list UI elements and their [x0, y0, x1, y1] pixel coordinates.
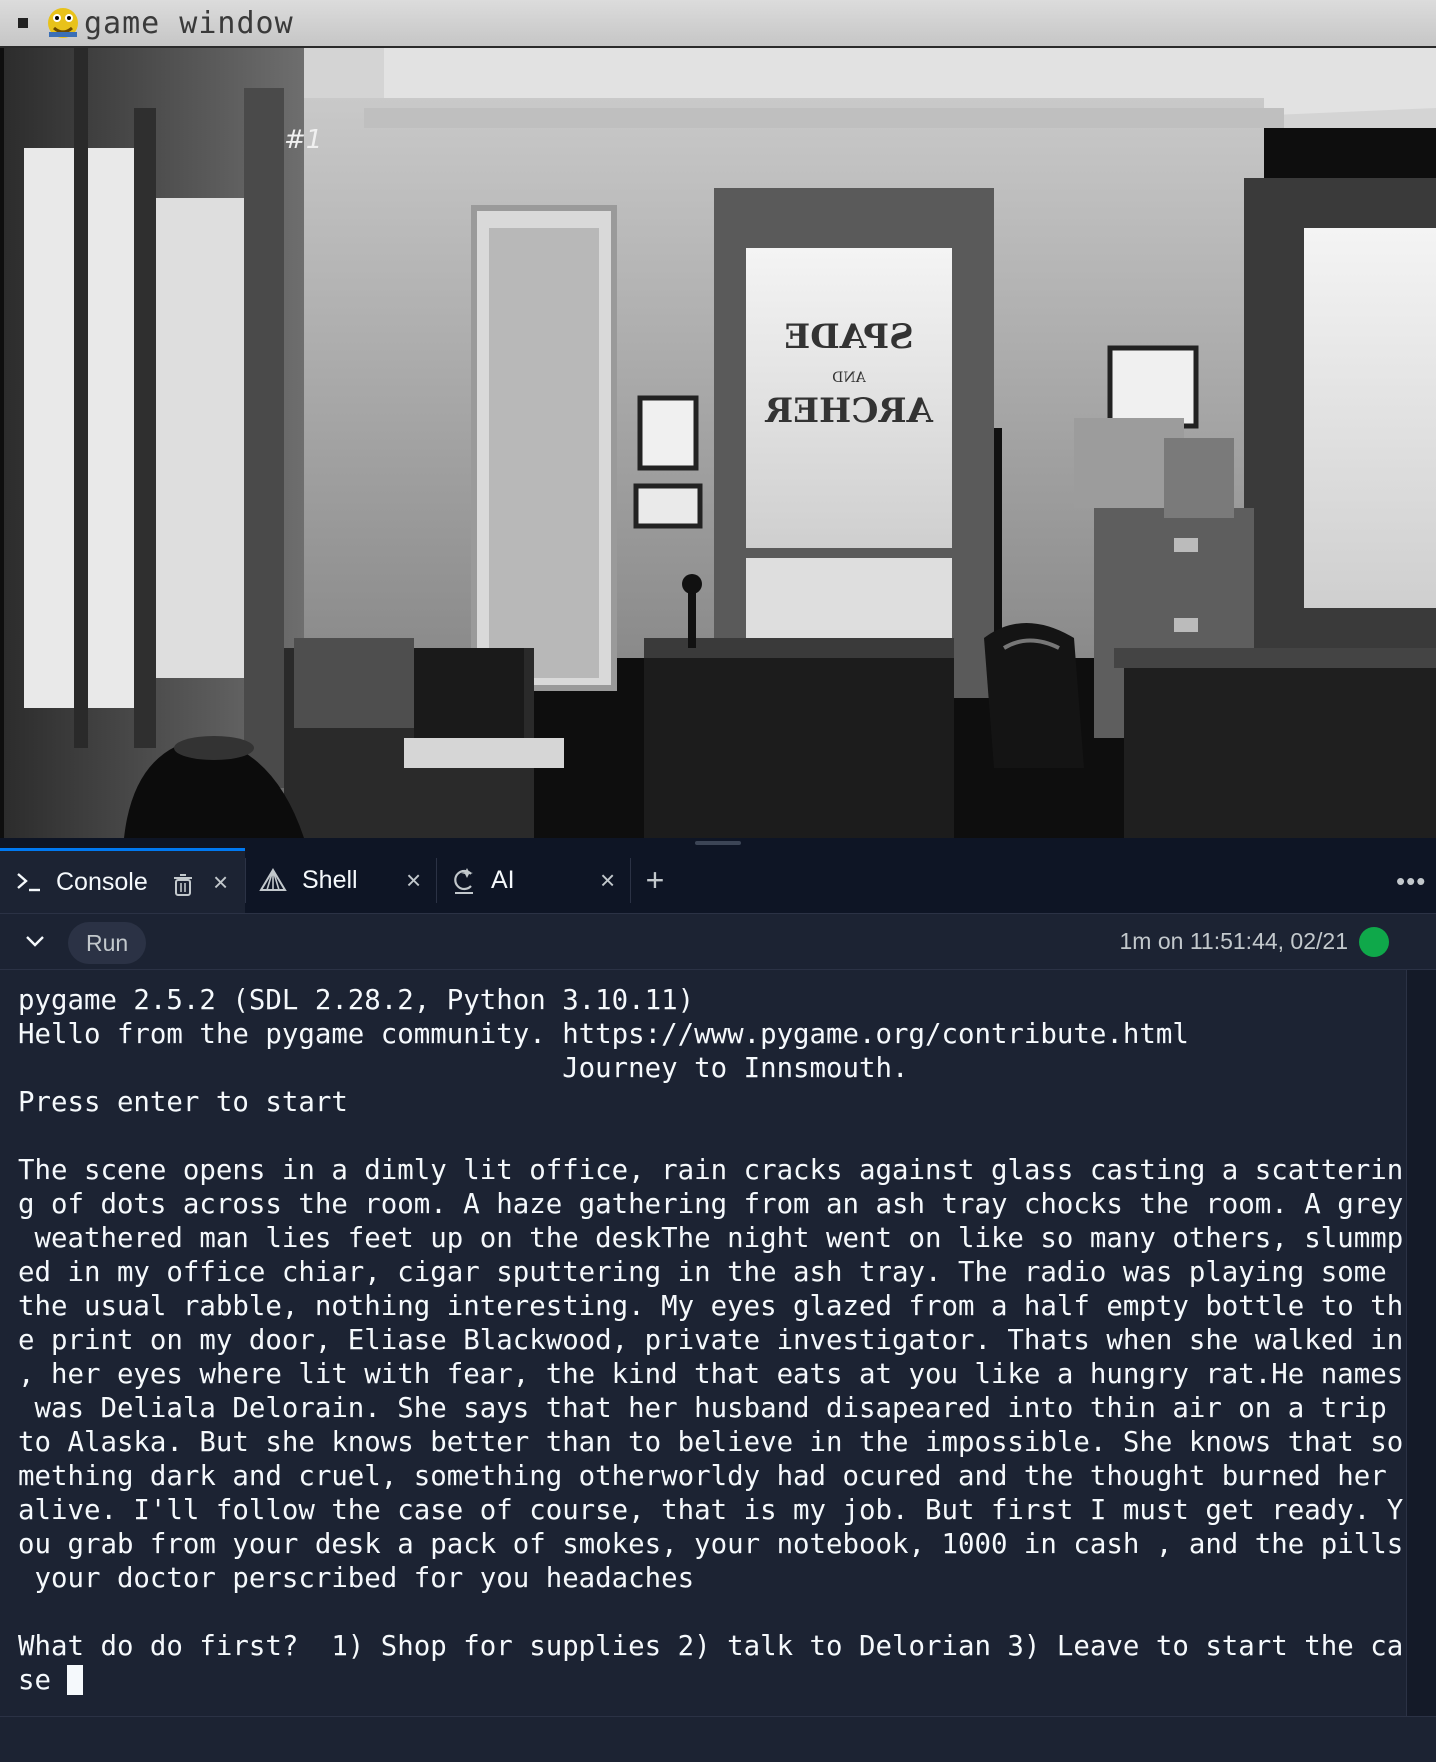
status-indicator-dot [1359, 927, 1389, 957]
tab-console[interactable]: Console × [0, 848, 245, 913]
console-line: ou grab from your desk a pack of smokes,… [18, 1529, 1404, 1560]
console-line: the usual rabble, nothing interesting. M… [18, 1291, 1404, 1322]
game-window-title: game window [84, 5, 294, 41]
console-run-bar: Run 1m on 11:51:44, 02/21 [0, 914, 1436, 970]
pygame-snake-icon [48, 8, 78, 38]
game-window-titlebar[interactable]: game window [0, 0, 1436, 48]
console-line: to Alaska. But she knows better than to … [18, 1427, 1404, 1458]
console-line: was Deliala Delorain. She says that her … [18, 1393, 1387, 1424]
tab-ai-label: AI [491, 866, 515, 894]
console-line: e print on my door, Eliase Blackwood, pr… [18, 1325, 1404, 1356]
splitter-handle[interactable] [695, 841, 741, 845]
console-text[interactable]: pygame 2.5.2 (SDL 2.28.2, Python 3.10.11… [18, 984, 1403, 1698]
console-line: alive. I'll follow the case of course, t… [18, 1495, 1404, 1526]
office-scene-image[interactable]: SPADE AND ARCHER #1 [4, 48, 1436, 838]
text-cursor [67, 1665, 84, 1695]
console-line: se [18, 1665, 68, 1696]
tab-shell-label: Shell [302, 866, 358, 894]
console-line: pygame 2.5.2 (SDL 2.28.2, Python 3.10.11… [18, 985, 695, 1016]
console-line: Press enter to start [18, 1087, 348, 1118]
console-line: weathered man lies feet up on the deskTh… [18, 1223, 1404, 1254]
close-icon[interactable]: × [600, 865, 615, 896]
photo-number-mark: #1 [284, 125, 322, 155]
console-line: Hello from the pygame community. https:/… [18, 1019, 1189, 1050]
close-icon[interactable]: × [406, 865, 421, 896]
console-line: your doctor perscribed for you headaches [18, 1563, 695, 1594]
run-button[interactable]: Run [68, 922, 147, 964]
ai-icon [454, 867, 473, 894]
add-tab-button[interactable]: + [640, 858, 670, 903]
window-menu-icon[interactable] [18, 18, 28, 28]
more-options-icon[interactable]: ••• [1396, 866, 1426, 897]
console-line: , her eyes where lit with fear, the kind… [18, 1359, 1404, 1390]
close-icon[interactable]: × [213, 867, 228, 898]
tab-shell[interactable]: Shell × [246, 848, 436, 913]
console-line: The scene opens in a dimly lit office, r… [18, 1155, 1404, 1186]
console-footer [0, 1716, 1436, 1762]
terminal-prompt-icon [17, 873, 40, 892]
run-status-text: 1m on 11:51:44, 02/21 [1119, 928, 1348, 954]
console-line: ed in my office chiar, cigar sputtering … [18, 1257, 1387, 1288]
game-window[interactable]: game window SPADE AND ARCHER #1 [0, 0, 1436, 843]
door-sign-bottom: ARCHER [764, 391, 934, 431]
console-line: g of dots across the room. A haze gather… [18, 1189, 1404, 1220]
tab-console-label: Console [56, 867, 148, 896]
console-line: mething dark and cruel, something otherw… [18, 1461, 1387, 1492]
tab-ai[interactable]: AI × [437, 848, 627, 913]
shell-icon [259, 867, 287, 891]
tab-separator [630, 858, 631, 903]
console-line: What do do first? 1) Shop for supplies 2… [18, 1631, 1404, 1662]
chevron-down-icon[interactable] [20, 926, 50, 956]
console-scrollbar[interactable] [1406, 970, 1436, 1716]
run-button-label: Run [86, 929, 129, 956]
pane-splitter[interactable] [0, 838, 1436, 848]
console-output[interactable]: pygame 2.5.2 (SDL 2.28.2, Python 3.10.11… [0, 970, 1406, 1716]
door-sign-top: SPADE [784, 317, 913, 357]
trash-icon[interactable] [172, 873, 194, 897]
door-sign-mid: AND [832, 370, 867, 386]
tool-tab-bar: Console × Shell × AI × + ••• [0, 848, 1436, 914]
console-line: Journey to Innsmouth. [18, 1053, 909, 1084]
